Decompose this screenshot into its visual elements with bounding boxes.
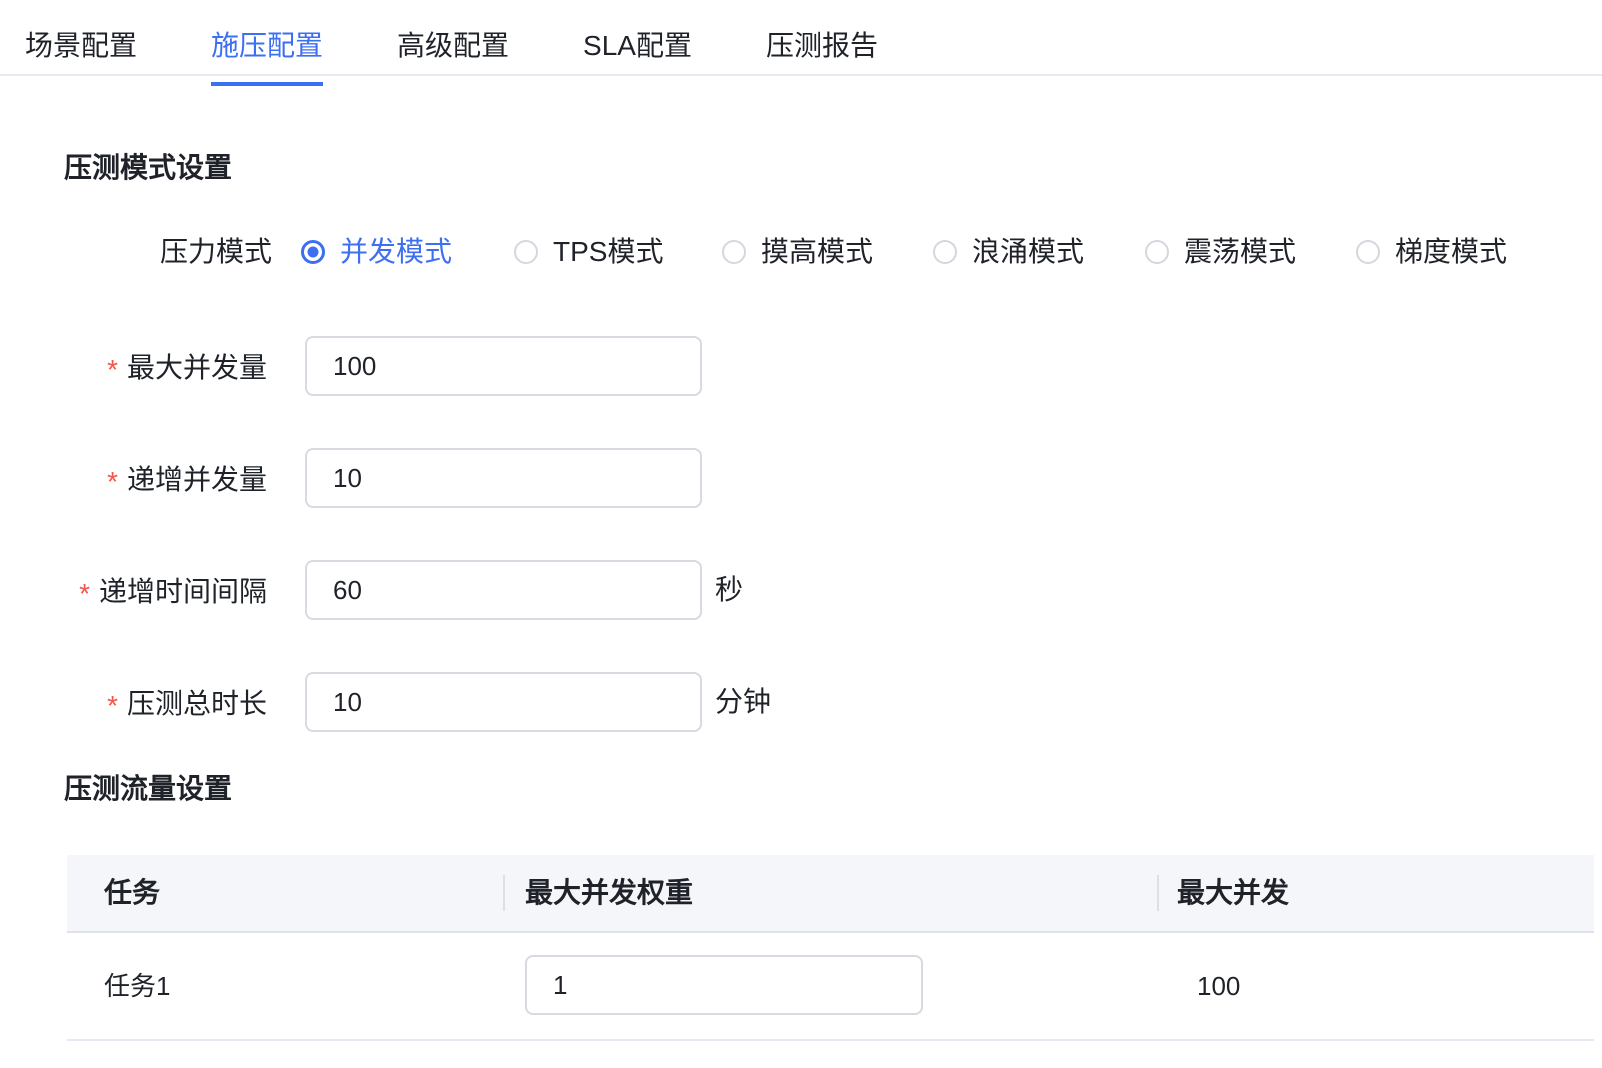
required-asterisk: * bbox=[107, 354, 118, 385]
load-test-config-page: 场景配置 施压配置 高级配置 SLA配置 压测报告 压测模式设置 压力模式 并发… bbox=[0, 0, 1602, 1068]
radio-selected-icon bbox=[301, 240, 325, 264]
radio-surge-mode[interactable]: 浪涌模式 bbox=[933, 238, 1084, 266]
traffic-table: 任务 最大并发权重 最大并发 任务1 100 bbox=[67, 855, 1594, 1041]
radio-gradient-mode[interactable]: 梯度模式 bbox=[1356, 238, 1507, 266]
column-divider bbox=[1157, 875, 1159, 911]
radio-option-label: TPS模式 bbox=[553, 236, 664, 267]
max-concurrency-label: * 最大并发量 bbox=[0, 336, 267, 396]
radio-peak-mode[interactable]: 摸高模式 bbox=[722, 238, 873, 266]
table-row: 任务1 100 bbox=[67, 933, 1594, 1041]
traffic-table-header: 任务 最大并发权重 最大并发 bbox=[67, 855, 1594, 933]
field-label-text: 递增并发量 bbox=[126, 464, 267, 495]
max-concurrency-input[interactable] bbox=[305, 336, 702, 396]
total-duration-input[interactable] bbox=[305, 672, 702, 732]
radio-unselected-icon bbox=[1145, 240, 1169, 264]
tab-pressure-config[interactable]: 施压配置 bbox=[211, 26, 324, 86]
task-name-cell: 任务1 bbox=[104, 971, 171, 1001]
radio-concurrent-mode[interactable]: 并发模式 bbox=[301, 238, 452, 266]
radio-option-label: 并发模式 bbox=[340, 236, 453, 267]
column-divider bbox=[503, 875, 505, 911]
required-asterisk: * bbox=[107, 690, 118, 721]
seconds-unit-label: 秒 bbox=[715, 574, 744, 605]
radio-unselected-icon bbox=[722, 240, 746, 264]
field-label-text: 最大并发量 bbox=[126, 352, 267, 383]
total-duration-label: * 压测总时长 bbox=[0, 672, 267, 732]
radio-option-label: 浪涌模式 bbox=[972, 236, 1085, 267]
column-header-task: 任务 bbox=[104, 877, 161, 908]
increment-concurrency-label: * 递增并发量 bbox=[0, 448, 267, 508]
radio-tps-mode[interactable]: TPS模式 bbox=[514, 238, 663, 266]
tab-sla-config[interactable]: SLA配置 bbox=[583, 26, 692, 74]
column-header-weight: 最大并发权重 bbox=[525, 877, 694, 908]
minutes-unit-label: 分钟 bbox=[715, 686, 772, 717]
required-asterisk: * bbox=[79, 578, 90, 609]
section-title-traffic: 压测流量设置 bbox=[64, 773, 233, 804]
radio-option-label: 震荡模式 bbox=[1184, 236, 1297, 267]
increment-concurrency-input[interactable] bbox=[305, 448, 702, 508]
radio-oscillate-mode[interactable]: 震荡模式 bbox=[1145, 238, 1296, 266]
tab-bar: 场景配置 施压配置 高级配置 SLA配置 压测报告 bbox=[0, 0, 1602, 86]
max-concurrency-cell: 100 bbox=[1197, 971, 1241, 1001]
tab-scene-config[interactable]: 场景配置 bbox=[25, 26, 137, 74]
tab-report[interactable]: 压测报告 bbox=[766, 26, 878, 74]
radio-option-label: 梯度模式 bbox=[1395, 236, 1508, 267]
radio-unselected-icon bbox=[933, 240, 957, 264]
required-asterisk: * bbox=[107, 466, 118, 497]
field-label-text: 压测总时长 bbox=[126, 688, 267, 719]
radio-unselected-icon bbox=[514, 240, 538, 264]
section-title-mode: 压测模式设置 bbox=[64, 152, 233, 183]
radio-unselected-icon bbox=[1356, 240, 1380, 264]
increment-interval-label: * 递增时间间隔 bbox=[0, 560, 267, 620]
pressure-mode-label: 压力模式 bbox=[160, 236, 273, 267]
radio-option-label: 摸高模式 bbox=[761, 236, 874, 267]
weight-input[interactable] bbox=[525, 955, 923, 1015]
column-header-max-concurrency: 最大并发 bbox=[1177, 877, 1290, 908]
increment-interval-input[interactable] bbox=[305, 560, 702, 620]
tab-advanced-config[interactable]: 高级配置 bbox=[397, 26, 509, 74]
field-label-text: 递增时间间隔 bbox=[98, 576, 267, 607]
